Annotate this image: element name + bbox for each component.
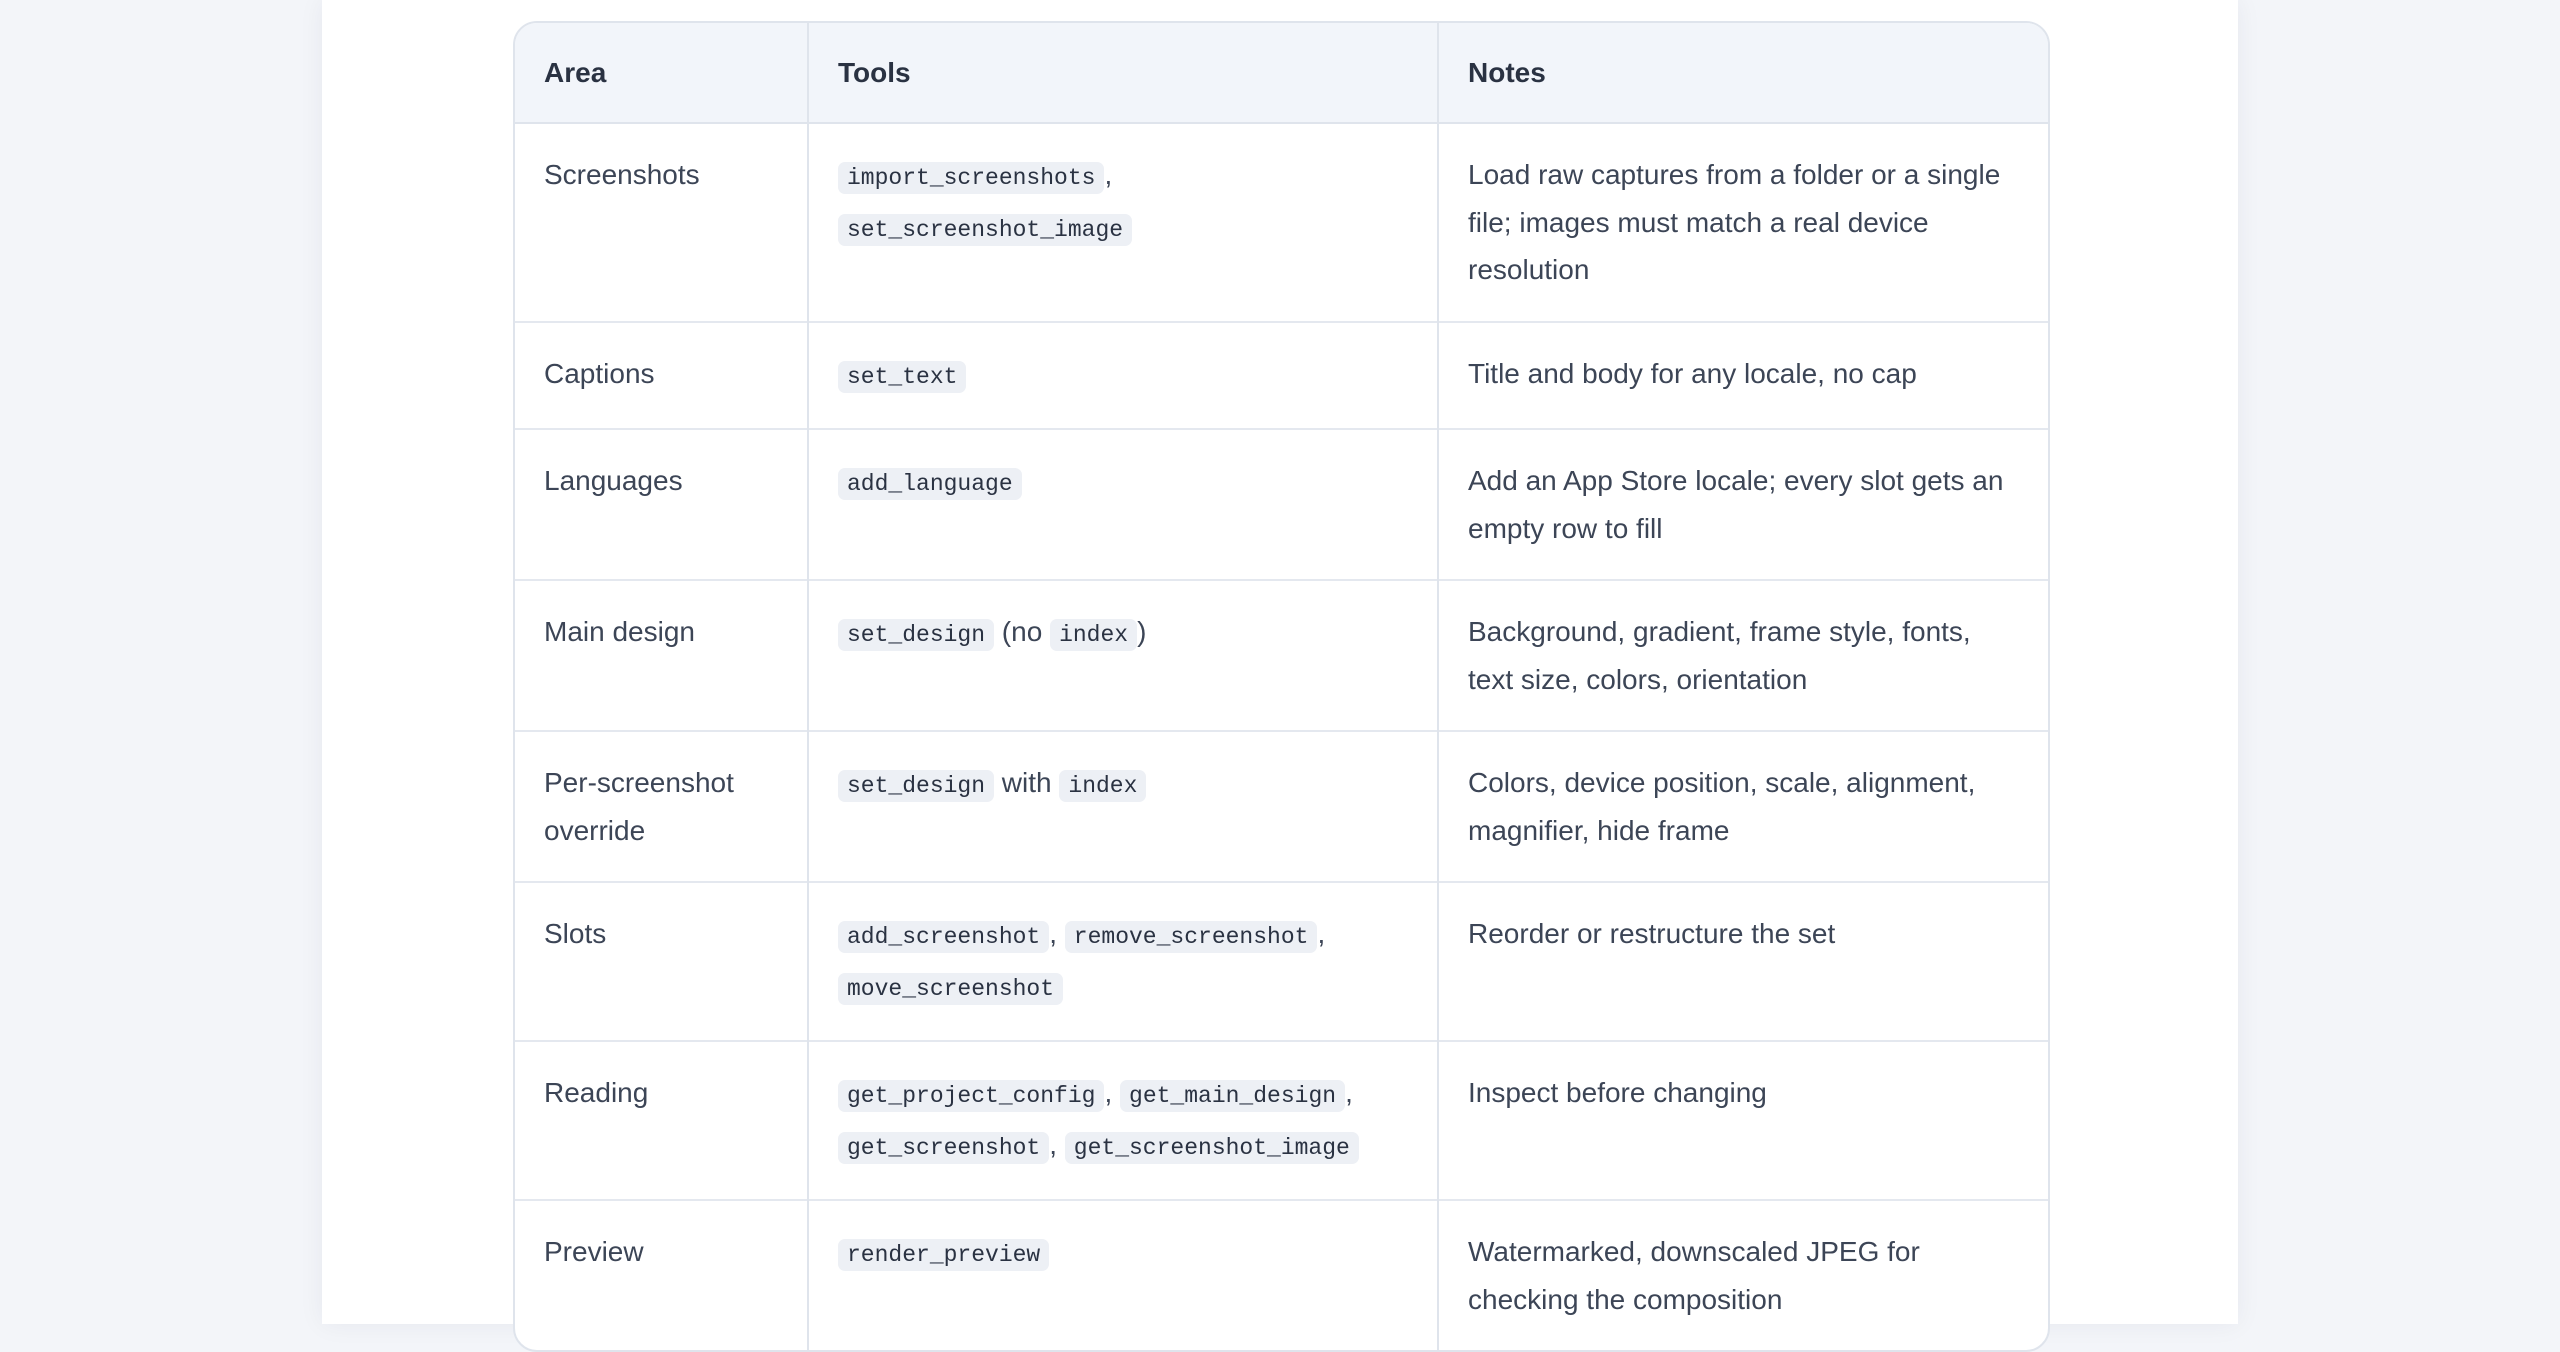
tool-name-code: add_screenshot: [838, 921, 1050, 953]
cell-tools: add_language: [807, 428, 1438, 580]
tool-name-code: get_screenshot_image: [1064, 1131, 1359, 1164]
table-row: Main design set_design (no index) Backgr…: [515, 579, 2048, 731]
tool-separator: ,: [1104, 1077, 1121, 1108]
cell-area: Preview: [515, 1199, 808, 1350]
tool-separator: ,: [1049, 918, 1065, 949]
tool-name-code: set_text: [838, 360, 967, 393]
tool-separator: with: [994, 767, 1060, 798]
header-area: Area: [515, 23, 808, 124]
tool-name-code: get_main_design: [1120, 1080, 1346, 1112]
cell-tools: add_screenshot, remove_screenshot, move_…: [807, 881, 1438, 1041]
cell-notes: Load raw captures from a folder or a sin…: [1437, 123, 2048, 322]
cell-notes: Inspect before changing: [1437, 1040, 2048, 1200]
cell-notes: Background, gradient, frame style, fonts…: [1437, 579, 2048, 731]
table-header-row: Area Tools Notes: [515, 23, 2048, 124]
table-row: Slots add_screenshot, remove_screenshot,…: [515, 881, 2048, 1041]
cell-notes: Title and body for any locale, no cap: [1437, 320, 2048, 429]
cell-tools: set_text: [807, 320, 1438, 429]
tool-name-code: set_design: [838, 619, 995, 651]
tool-separator: ): [1137, 616, 1147, 647]
cell-area: Languages: [515, 428, 808, 580]
header-notes: Notes: [1437, 23, 2048, 124]
cell-notes: Colors, device position, scale, alignmen…: [1437, 730, 2048, 882]
tool-separator: ,: [1049, 1128, 1065, 1160]
cell-area: Slots: [515, 881, 808, 1041]
table-row: Captions set_text Title and body for any…: [515, 320, 2048, 429]
tool-name-code: add_language: [838, 468, 1022, 500]
header-tools: Tools: [807, 23, 1438, 124]
cell-area: Per-screenshot override: [515, 730, 808, 882]
table-body: Screenshots import_screenshots, set_scre…: [515, 123, 2048, 1350]
tool-separator: (no: [994, 616, 1051, 647]
cell-tools: set_design (no index): [807, 579, 1438, 731]
tool-name-code: remove_screenshot: [1064, 921, 1318, 953]
tool-name-code: set_design: [838, 770, 995, 802]
tool-name-code: index: [1050, 619, 1138, 651]
tool-separator: ,: [1104, 159, 1113, 190]
tool-name-code: move_screenshot: [838, 972, 1064, 1005]
table-row: Languages add_language Add an App Store …: [515, 428, 2048, 580]
document-page: Area Tools Notes Screenshots import_scre…: [322, 0, 2238, 1352]
cell-tools: get_project_config, get_main_design, get…: [807, 1040, 1438, 1200]
cell-notes: Add an App Store locale; every slot gets…: [1437, 428, 2048, 580]
table-row: Screenshots import_screenshots, set_scre…: [515, 123, 2048, 322]
tools-table-grid: Area Tools Notes Screenshots import_scre…: [515, 23, 2048, 1350]
table-row: Reading get_project_config, get_main_des…: [515, 1040, 2048, 1200]
cell-tools: set_design with index: [807, 730, 1438, 882]
tool-name-code: render_preview: [838, 1239, 1050, 1271]
cell-notes: Reorder or restructure the set: [1437, 881, 2048, 1041]
cell-area: Screenshots: [544, 159, 700, 190]
cell-area: Captions: [515, 320, 808, 429]
cell-tools: render_preview: [807, 1199, 1438, 1350]
tool-name-code: set_screenshot_image: [838, 213, 1133, 246]
cell-area: Reading: [515, 1040, 808, 1200]
table-row: Preview render_preview Watermarked, down…: [515, 1199, 2048, 1350]
cell-tools: import_screenshots, set_screenshot_image: [807, 123, 1438, 322]
tool-name-code: import_screenshots: [838, 162, 1105, 194]
tool-name-code: get_screenshot: [838, 1131, 1050, 1164]
cell-area: Main design: [515, 579, 808, 731]
tools-table: Area Tools Notes Screenshots import_scre…: [513, 21, 2050, 1352]
table-row: Per-screenshot override set_design with …: [515, 730, 2048, 882]
cell-notes: Watermarked, downscaled JPEG for checkin…: [1437, 1199, 2048, 1350]
tool-name-code: get_project_config: [838, 1080, 1105, 1112]
tool-separator: ,: [1345, 1077, 1353, 1108]
tool-separator: ,: [1317, 918, 1326, 949]
tool-name-code: index: [1059, 770, 1147, 802]
